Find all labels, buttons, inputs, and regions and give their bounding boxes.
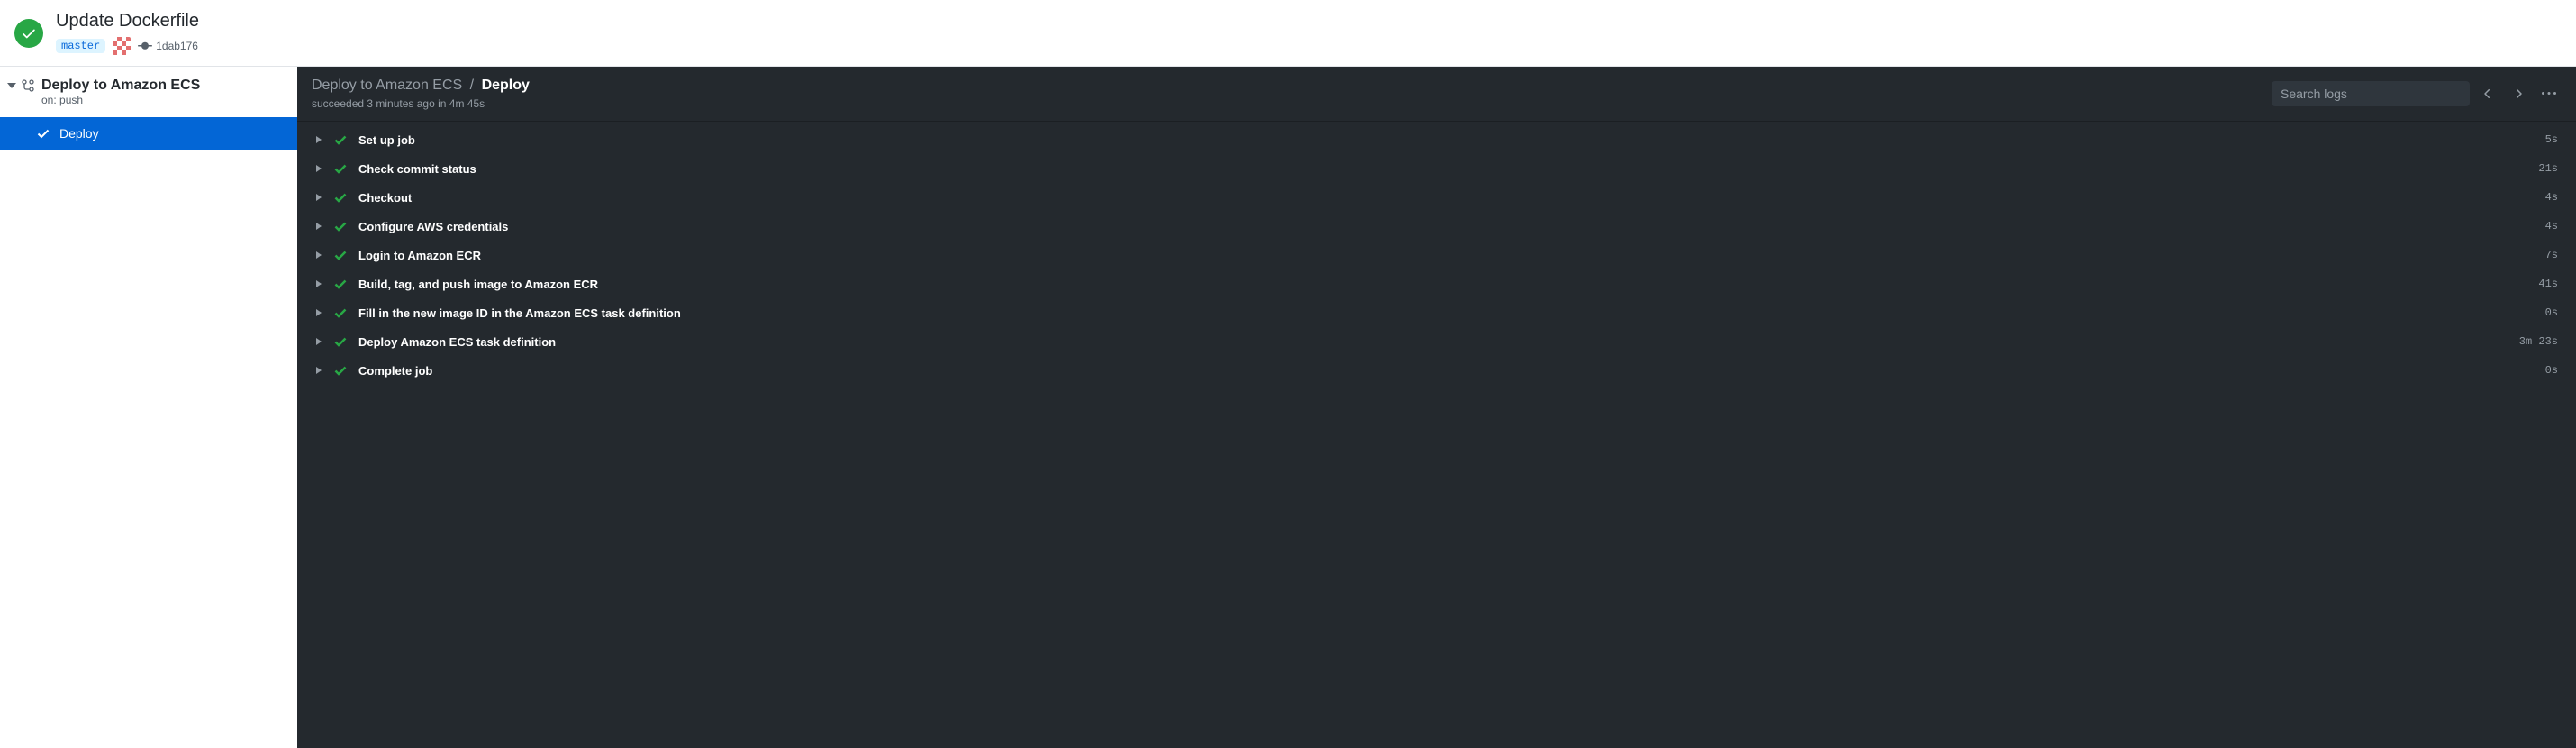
step-time: 4s	[2545, 220, 2558, 233]
check-icon	[333, 277, 348, 291]
step-time: 3m 23s	[2519, 335, 2558, 348]
prev-button[interactable]	[2475, 81, 2500, 106]
chevron-down-icon	[7, 81, 16, 90]
step-time: 5s	[2545, 133, 2558, 146]
commit-title: Update Dockerfile	[56, 11, 199, 32]
commit-sha-text: 1dab176	[156, 40, 198, 52]
check-icon	[333, 248, 348, 262]
step-row[interactable]: Fill in the new image ID in the Amazon E…	[297, 298, 2576, 327]
chevron-right-icon	[315, 194, 322, 201]
chevron-right-icon	[315, 338, 322, 345]
check-icon	[333, 306, 348, 320]
breadcrumb-sep: /	[470, 78, 474, 93]
step-name: Set up job	[358, 133, 2535, 147]
step-name: Login to Amazon ECR	[358, 249, 2535, 262]
step-time: 7s	[2545, 249, 2558, 261]
sidebar: Deploy to Amazon ECS on: push Deploy	[0, 67, 297, 748]
step-name: Complete job	[358, 364, 2535, 378]
step-time: 21s	[2538, 162, 2558, 175]
step-name: Check commit status	[358, 162, 2527, 176]
search-input[interactable]	[2272, 81, 2470, 106]
branch-label[interactable]: master	[56, 39, 105, 53]
log-panel: Deploy to Amazon ECS / Deploy succeeded …	[297, 67, 2576, 748]
status-success-icon	[14, 19, 43, 48]
step-name: Checkout	[358, 191, 2535, 205]
step-row[interactable]: Complete job 0s	[297, 356, 2576, 385]
check-icon	[333, 190, 348, 205]
check-icon	[333, 219, 348, 233]
step-row[interactable]: Login to Amazon ECR 7s	[297, 241, 2576, 269]
step-time: 41s	[2538, 278, 2558, 290]
workflow-header[interactable]: Deploy to Amazon ECS on: push	[0, 67, 297, 110]
next-button[interactable]	[2506, 81, 2531, 106]
step-row[interactable]: Configure AWS credentials 4s	[297, 212, 2576, 241]
log-header: Deploy to Amazon ECS / Deploy succeeded …	[297, 67, 2576, 122]
workflow-icon	[22, 79, 36, 94]
workflow-title: Deploy to Amazon ECS	[41, 78, 200, 94]
step-row[interactable]: Deploy Amazon ECS task definition 3m 23s	[297, 327, 2576, 356]
commit-icon	[138, 39, 152, 53]
step-time: 0s	[2545, 306, 2558, 319]
chevron-right-icon	[315, 280, 322, 287]
step-time: 4s	[2545, 191, 2558, 204]
check-icon	[333, 132, 348, 147]
sidebar-job-deploy[interactable]: Deploy	[0, 117, 297, 150]
breadcrumb: Deploy to Amazon ECS / Deploy	[312, 78, 530, 94]
step-time: 0s	[2545, 364, 2558, 377]
avatar[interactable]	[113, 37, 131, 55]
chevron-right-icon	[315, 223, 322, 230]
kebab-menu-button[interactable]	[2536, 81, 2562, 106]
workflow-trigger: on: push	[41, 94, 200, 106]
chevron-right-icon	[315, 136, 322, 143]
breadcrumb-current: Deploy	[482, 78, 530, 93]
chevron-right-icon	[315, 309, 322, 316]
step-row[interactable]: Checkout 4s	[297, 183, 2576, 212]
status-line: succeeded 3 minutes ago in 4m 45s	[312, 97, 530, 110]
check-icon	[36, 126, 50, 141]
commit-header: Update Dockerfile master 1dab176	[0, 0, 2576, 67]
step-name: Fill in the new image ID in the Amazon E…	[358, 306, 2535, 320]
step-name: Configure AWS credentials	[358, 220, 2535, 233]
breadcrumb-parent[interactable]: Deploy to Amazon ECS	[312, 78, 462, 93]
commit-sha[interactable]: 1dab176	[138, 39, 198, 53]
step-row[interactable]: Set up job 5s	[297, 125, 2576, 154]
step-name: Deploy Amazon ECS task definition	[358, 335, 2508, 349]
job-label: Deploy	[59, 126, 99, 141]
check-icon	[333, 334, 348, 349]
step-name: Build, tag, and push image to Amazon ECR	[358, 278, 2527, 291]
step-row[interactable]: Check commit status 21s	[297, 154, 2576, 183]
chevron-right-icon	[315, 165, 322, 172]
chevron-right-icon	[315, 251, 322, 259]
step-row[interactable]: Build, tag, and push image to Amazon ECR…	[297, 269, 2576, 298]
chevron-right-icon	[315, 367, 322, 374]
steps-list: Set up job 5s Check commit status 21s Ch…	[297, 122, 2576, 748]
check-icon	[333, 363, 348, 378]
check-icon	[333, 161, 348, 176]
